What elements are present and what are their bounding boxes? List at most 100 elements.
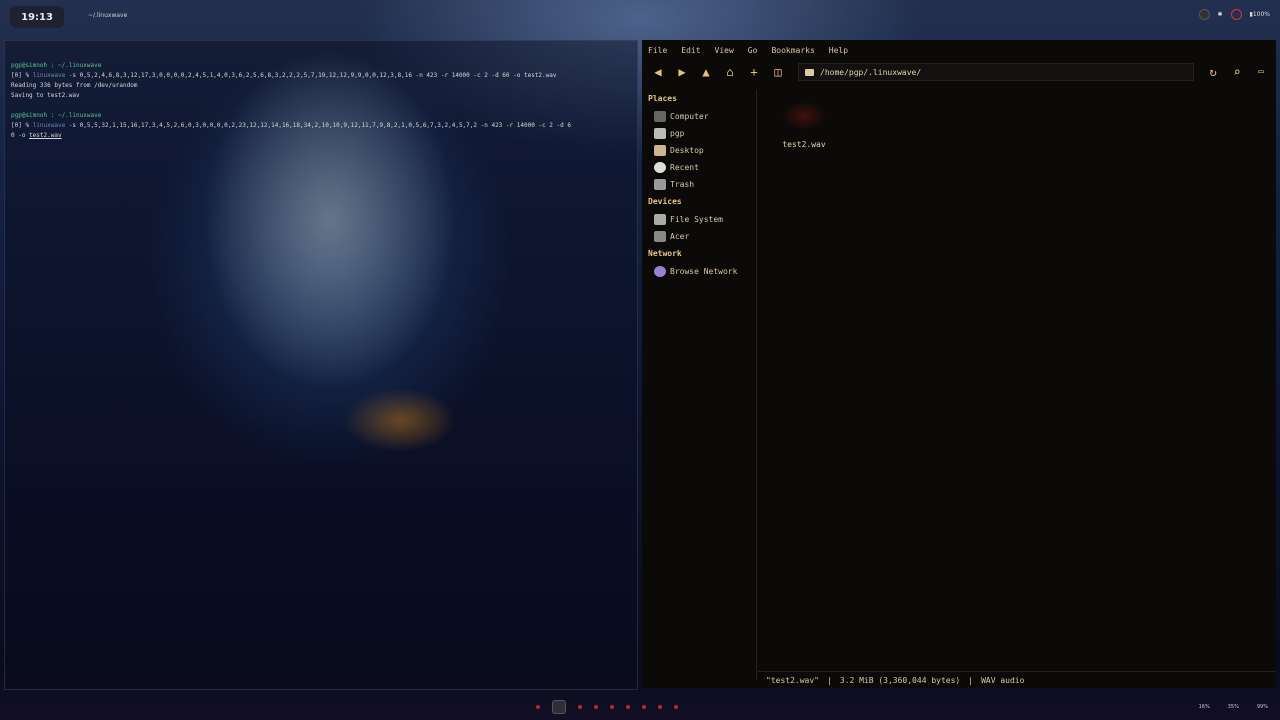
desktop-folder-icon — [654, 145, 666, 156]
system-tray: ✱ ▮100% — [1198, 9, 1270, 20]
home-icon[interactable]: ⌂ — [722, 64, 738, 80]
sidebar-item-label: pgp — [670, 129, 685, 138]
audio-file-icon — [774, 96, 834, 136]
terminal-output: pgp@simnoh : ~/.linuxwave [0] % linuxwave… — [5, 41, 637, 141]
status-filename: "test2.wav" — [766, 675, 819, 685]
status-separator: | — [968, 675, 974, 685]
location-bar[interactable]: /home/pgp/.linuxwave/ — [798, 63, 1194, 81]
dock-item[interactable] — [658, 705, 662, 709]
terminal-line: Saving to test2.wav — [11, 92, 80, 99]
clock[interactable]: 19:13 — [10, 6, 64, 28]
search-icon[interactable]: ⌕ — [1229, 64, 1245, 80]
sidebar-item-desktop[interactable]: Desktop — [642, 142, 756, 159]
drive-icon — [654, 231, 666, 242]
toolbar: ◀ ▶ ▲ ⌂ + ◫ /home/pgp/.linuxwave/ ↻ ⌕ ▭ — [642, 62, 1276, 82]
dock — [536, 700, 678, 714]
command-name: linuxwave — [32, 72, 66, 79]
status-bar: "test2.wav" | 3.2 MiB (3,360,044 bytes) … — [758, 671, 1276, 688]
sidebar-item-browse-network[interactable]: Browse Network — [642, 263, 756, 280]
status-type: WAV audio — [981, 675, 1025, 685]
network-icon[interactable]: ✱ — [1218, 11, 1223, 18]
up-arrow-icon[interactable]: ▲ — [698, 64, 714, 80]
dock-item[interactable] — [642, 705, 646, 709]
sidebar-item-label: Browse Network — [670, 267, 738, 276]
command-args: 0 -o — [11, 132, 30, 139]
menu-bar: File Edit View Go Bookmarks Help — [642, 40, 1276, 60]
prompt-text: pgp@simnoh : ~/.linuxwave — [11, 112, 102, 119]
terminal-icon[interactable]: ▭ — [1253, 64, 1269, 80]
dock-item[interactable] — [578, 705, 582, 709]
network-heading: Network — [648, 249, 682, 258]
devices-heading: Devices — [648, 197, 682, 206]
terminal-line: pgp@simnoh : ~/.linuxwave — [11, 61, 631, 71]
network-globe-icon — [654, 266, 666, 277]
folder-icon — [805, 68, 814, 76]
terminal-line: pgp@simnoh : ~/.linuxwave — [11, 111, 631, 121]
menu-bookmarks[interactable]: Bookmarks — [771, 46, 814, 55]
sidebar-item-label: Recent — [670, 163, 699, 172]
file-item[interactable]: test2.wav — [772, 96, 836, 149]
top-panel: 19:13 ~/.linuxwave ✱ ▮100% — [0, 0, 1280, 34]
active-window-title: ~/.linuxwave — [88, 12, 128, 19]
tray-app-icon[interactable] — [1198, 9, 1210, 20]
status-size: 3.2 MiB (3,360,044 bytes) — [839, 675, 961, 685]
status-separator: | — [826, 675, 832, 685]
menu-file[interactable]: File — [648, 46, 667, 55]
location-path: /home/pgp/.linuxwave/ — [820, 67, 922, 77]
battery-indicator[interactable]: ▮100% — [1250, 11, 1270, 18]
prompt-text: pgp@simnoh : ~/.linuxwave — [11, 62, 102, 69]
places-heading: Places — [648, 94, 677, 103]
prompt-symbol: [0] % — [11, 72, 33, 79]
dock-item[interactable] — [536, 705, 540, 709]
prompt-symbol: [0] % — [11, 122, 33, 129]
command-args: -s 0,5,5,32,1,15,16,17,3,4,5,2,6,0,3,0,0… — [65, 122, 571, 129]
battery-level: 100% — [1252, 11, 1270, 18]
split-view-icon[interactable]: ◫ — [770, 64, 786, 80]
sidebar-item-label: Trash — [670, 180, 695, 189]
command-name: linuxwave — [32, 122, 66, 129]
dock-item[interactable] — [626, 705, 630, 709]
home-folder-icon — [654, 128, 666, 139]
cpu-usage: 16% — [1198, 704, 1210, 710]
back-arrow-icon[interactable]: ◀ — [650, 64, 666, 80]
sidebar-item-trash[interactable]: Trash — [642, 176, 756, 193]
command-args: -s 0,5,2,4,6,8,3,12,17,3,0,0,0,0,2,4,5,1… — [65, 72, 557, 79]
terminal-line: [0] % linuxwave -s 0,5,5,32,1,15,16,17,3… — [11, 121, 631, 131]
trash-icon — [654, 179, 666, 190]
system-stats: 16% 35% 99% — [1199, 704, 1268, 710]
file-name: test2.wav — [782, 140, 826, 149]
forward-arrow-icon[interactable]: ▶ — [674, 64, 690, 80]
file-manager-window: File Edit View Go Bookmarks Help ◀ ▶ ▲ ⌂… — [642, 40, 1276, 688]
menu-go[interactable]: Go — [748, 46, 758, 55]
terminal-line: 0 -o test2.wav — [11, 131, 631, 141]
drive-icon — [654, 214, 666, 225]
menu-edit[interactable]: Edit — [681, 46, 700, 55]
recent-clock-icon — [654, 162, 666, 173]
sidebar-item-label: Computer — [670, 112, 709, 121]
sidebar-item-label: File System — [670, 215, 723, 224]
dock-item[interactable] — [594, 705, 598, 709]
sidebar-item-acer[interactable]: Acer — [642, 228, 756, 245]
sidebar-item-recent[interactable]: Recent — [642, 159, 756, 176]
sidebar-item-filesystem[interactable]: File System — [642, 211, 756, 228]
menu-view[interactable]: View — [715, 46, 734, 55]
output-filename: test2.wav — [29, 132, 62, 139]
terminal-line: [0] % linuxwave -s 0,5,2,4,6,8,3,12,17,3… — [11, 71, 631, 81]
dock-item[interactable] — [610, 705, 614, 709]
sidebar-item-pgp[interactable]: pgp — [642, 125, 756, 142]
sidebar: Places Computer pgp Desktop Recent Trash… — [642, 90, 757, 680]
dock-item-active[interactable] — [552, 700, 566, 714]
memory-usage: 35% — [1227, 704, 1239, 710]
dock-item[interactable] — [674, 705, 678, 709]
terminal-window[interactable]: pgp@simnoh : ~/.linuxwave [0] % linuxwave… — [4, 40, 638, 690]
sidebar-item-computer[interactable]: Computer — [642, 108, 756, 125]
update-icon[interactable] — [1230, 9, 1242, 20]
battery-usage: 99% — [1256, 704, 1268, 710]
terminal-line: Reading 336 bytes from /dev/urandom — [11, 82, 138, 89]
computer-icon — [654, 111, 666, 122]
reload-icon[interactable]: ↻ — [1205, 64, 1221, 80]
file-view[interactable]: test2.wav — [758, 90, 1276, 680]
menu-help[interactable]: Help — [829, 46, 848, 55]
new-tab-plus-icon[interactable]: + — [746, 64, 762, 80]
